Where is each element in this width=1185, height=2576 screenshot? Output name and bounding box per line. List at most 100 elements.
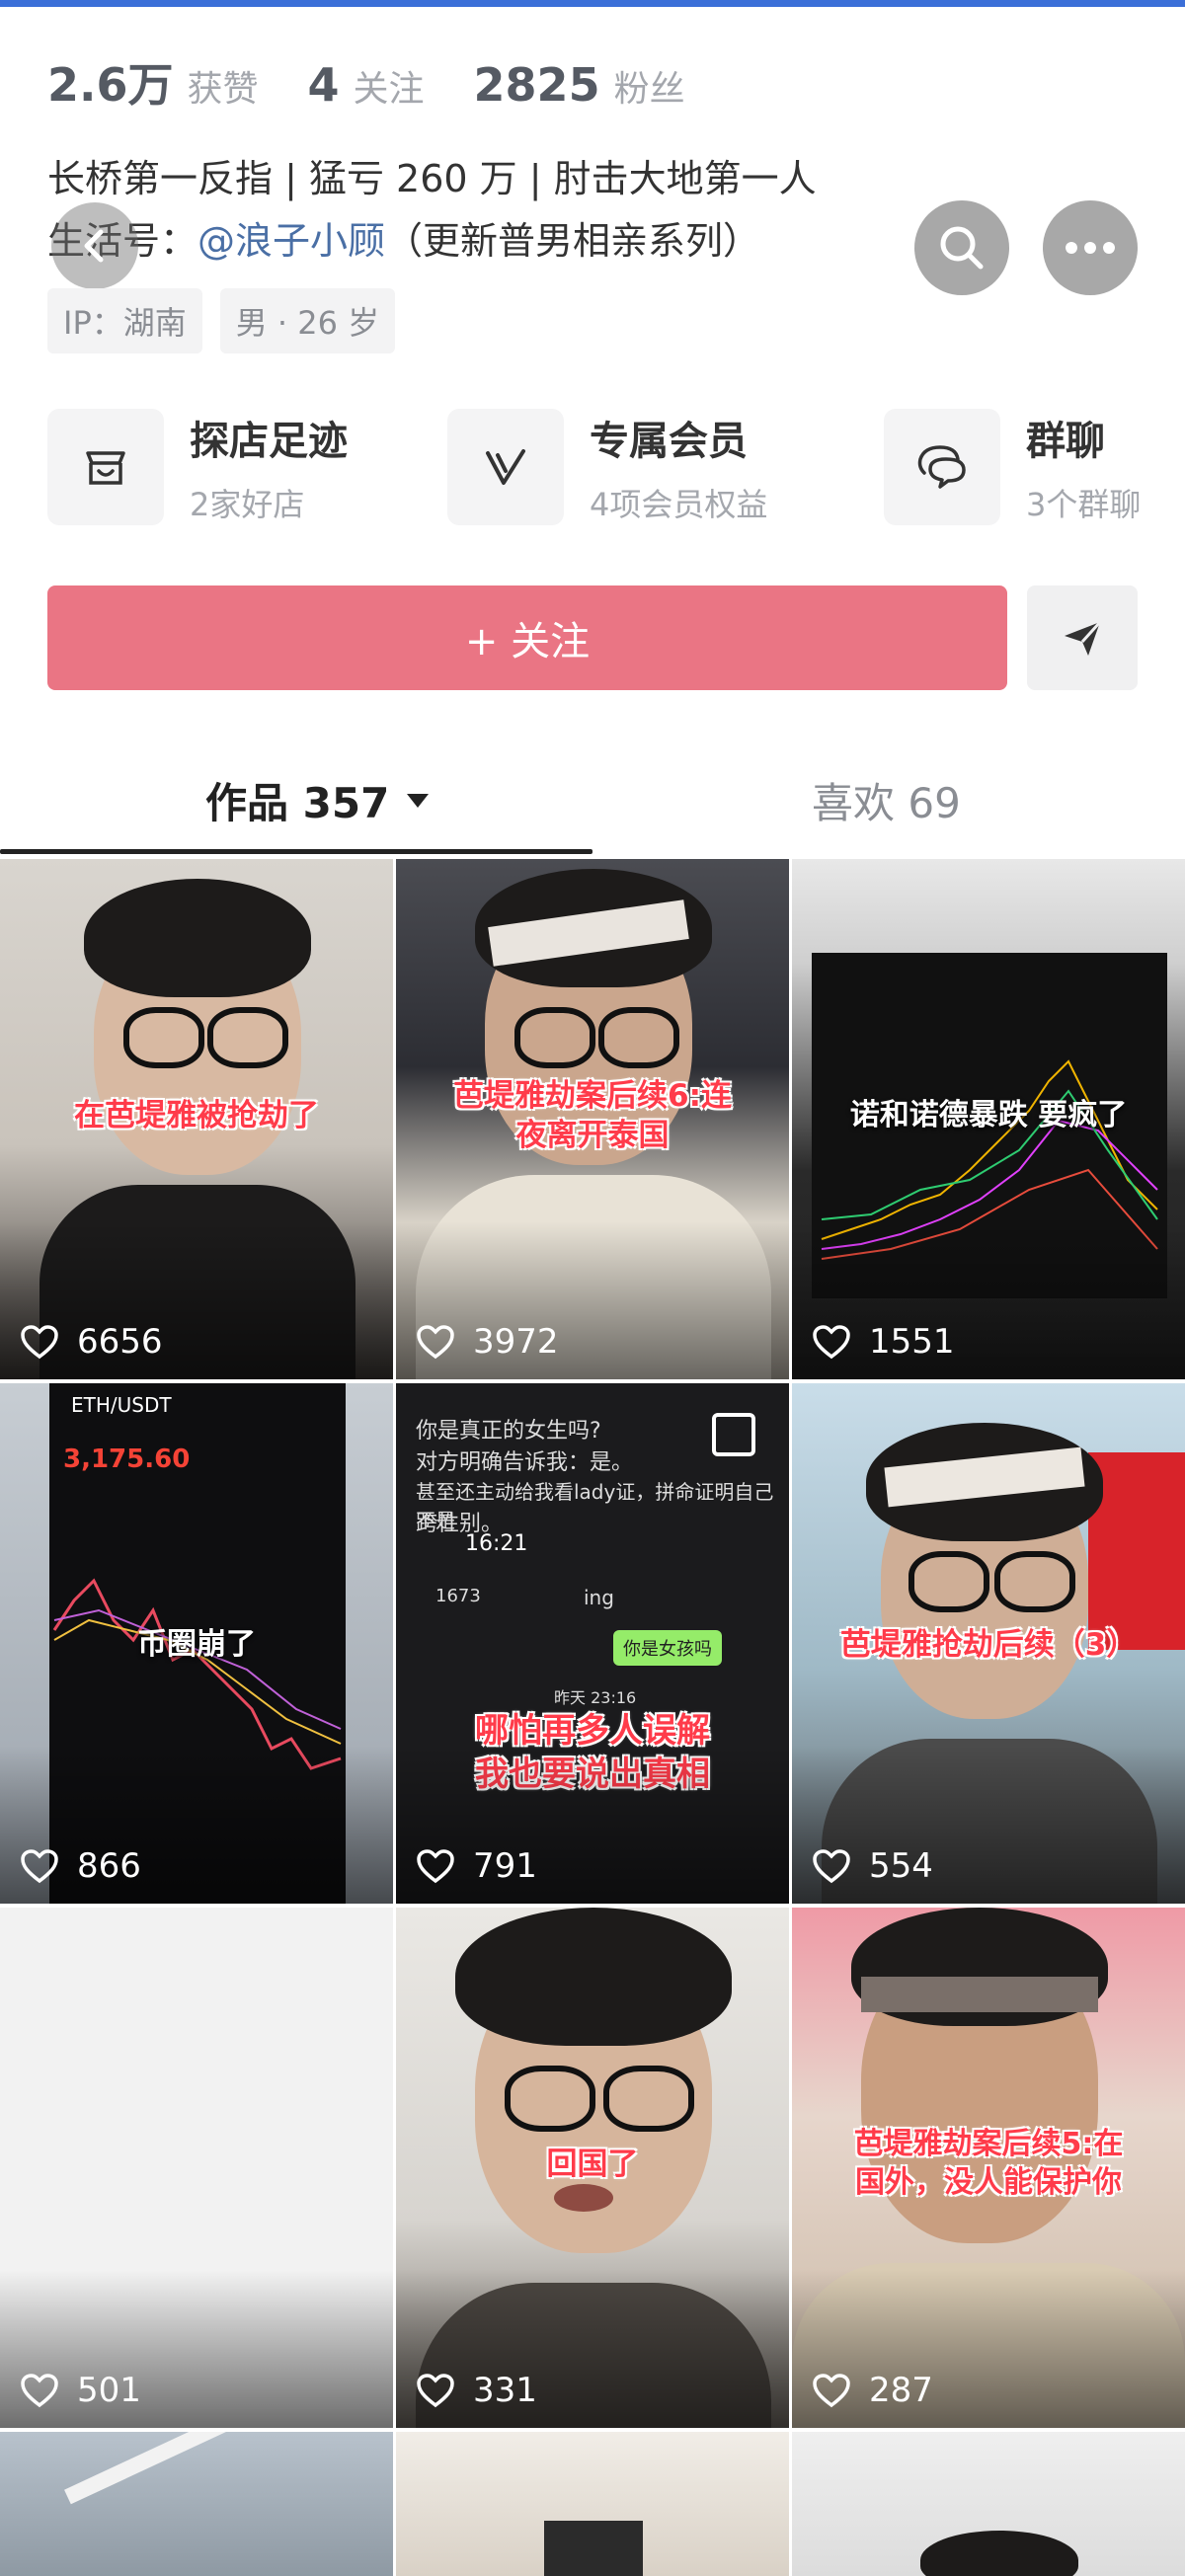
video-caption: 芭堤雅劫案后续6:连 夜离开泰国 xyxy=(453,1078,732,1154)
video-thumbnail[interactable]: 芭堤雅劫案后续6:连 夜离开泰国 3972 xyxy=(396,859,789,1379)
like-count: 1551 xyxy=(812,1322,955,1362)
like-count: 791 xyxy=(416,1846,537,1886)
video-caption: 芭堤雅劫案后续5:在 国外，没人能保护你 xyxy=(853,2127,1124,2200)
like-number: 501 xyxy=(77,2371,141,2410)
like-count: 331 xyxy=(416,2371,537,2410)
like-number: 287 xyxy=(869,2371,933,2410)
tab-works[interactable]: 作品 357 xyxy=(205,770,431,830)
active-tab-indicator xyxy=(0,849,592,854)
chat-bubble: 你是女孩吗 xyxy=(613,1630,722,1666)
more-button[interactable] xyxy=(1043,200,1138,295)
profile-stats: 2.6万 获赞 4 关注 2825 粉丝 xyxy=(47,49,735,118)
bio-line-2: 生活号：@浪子小顾（更新普男相亲系列） xyxy=(47,210,760,265)
video-thumbnail[interactable]: 芭堤雅抢劫后续（3） 554 xyxy=(792,1383,1185,1904)
video-caption: 在芭堤雅被抢劫了 xyxy=(74,1098,319,1133)
tag-gender-age: 男 · 26 岁 xyxy=(219,288,396,353)
stat-number: 2825 xyxy=(473,58,600,112)
stat-label: 粉丝 xyxy=(613,69,685,110)
like-number: 1551 xyxy=(869,1322,955,1362)
stat-label: 关注 xyxy=(353,69,425,110)
video-caption: 诺和诺德暴跌 要疯了 xyxy=(849,1098,1128,1132)
like-count: 554 xyxy=(812,1846,933,1886)
stat-followers[interactable]: 2825 粉丝 xyxy=(474,58,685,112)
like-number: 554 xyxy=(869,1846,933,1886)
send-plane-icon xyxy=(1065,620,1102,656)
chevron-left-icon xyxy=(84,229,104,263)
heart-icon xyxy=(813,2374,850,2408)
video-thumbnail[interactable]: 芭堤雅劫案后续5:在 国外，没人能保护你 287 xyxy=(792,1908,1185,2428)
caret-down-icon xyxy=(407,793,430,808)
chat-date: 昨天 23:16 xyxy=(554,1688,637,1707)
heart-icon xyxy=(417,2374,454,2408)
heart-icon xyxy=(21,2374,58,2408)
chat-quote-line: 你是真正的女生吗? xyxy=(416,1419,601,1444)
vip-icon xyxy=(447,409,564,525)
store-icon xyxy=(47,409,164,525)
follow-button[interactable]: + 关注 xyxy=(47,585,1007,690)
stat-number: 4 xyxy=(307,58,340,112)
heart-icon xyxy=(21,1849,58,1884)
heart-icon xyxy=(813,1849,850,1884)
video-thumbnail[interactable] xyxy=(792,2432,1185,2576)
like-number: 791 xyxy=(473,1846,537,1886)
search-button[interactable] xyxy=(914,200,1009,295)
like-count: 6656 xyxy=(20,1322,163,1362)
back-button[interactable] xyxy=(51,202,138,289)
heart-icon xyxy=(813,1325,850,1360)
heart-icon xyxy=(417,1849,454,1884)
shortcut-group-chat[interactable]: 群聊 3个群聊 xyxy=(884,407,1141,527)
tab-likes-label: 喜欢 69 xyxy=(812,779,961,827)
like-number: 866 xyxy=(77,1846,141,1886)
bio-suffix: （更新普男相亲系列） xyxy=(385,219,761,263)
like-count: 3972 xyxy=(416,1322,559,1362)
chat-bubble-icon xyxy=(884,409,1000,525)
video-thumbnail[interactable]: 在芭堤雅被抢劫了 6656 xyxy=(0,859,393,1379)
video-thumbnail[interactable] xyxy=(396,2432,789,2576)
video-thumbnail[interactable] xyxy=(0,2432,393,2576)
mention-link[interactable]: @浪子小顾 xyxy=(198,219,385,263)
shortcut-title: 专属会员 xyxy=(590,419,748,464)
like-count: 501 xyxy=(20,2371,141,2410)
like-count: 866 xyxy=(20,1846,141,1886)
tab-works-label: 作品 357 xyxy=(205,779,390,827)
phone-time: 16:21 xyxy=(465,1531,528,1556)
video-thumbnail[interactable]: 回国了 331 xyxy=(396,1908,789,2428)
like-count: 287 xyxy=(812,2371,933,2410)
share-button[interactable] xyxy=(1027,585,1138,690)
heart-icon xyxy=(21,1325,58,1360)
video-thumbnail[interactable]: 诺和诺德暴跌 要疯了 1551 xyxy=(792,859,1185,1379)
shortcut-subtitle: 2家好店 xyxy=(190,486,305,523)
video-caption: 芭堤雅抢劫后续（3） xyxy=(839,1627,1138,1663)
top-edge-bar xyxy=(0,0,1185,7)
bio-line-1: 长桥第一反指 | 猛亏 260 万 | 肘击大地第一人 xyxy=(47,157,817,200)
video-thumbnail[interactable]: 501 xyxy=(0,1908,393,2428)
shortcut-store-visits[interactable]: 探店足迹 2家好店 xyxy=(47,407,348,527)
content-tabs: 作品 357 喜欢 69 xyxy=(0,760,1185,859)
stat-label: 获赞 xyxy=(187,69,259,110)
like-number: 3972 xyxy=(473,1322,559,1362)
like-number: 6656 xyxy=(77,1322,163,1362)
more-dots-icon xyxy=(1066,242,1115,254)
stat-number: 2.6万 xyxy=(47,58,174,112)
stat-likes-received[interactable]: 2.6万 获赞 xyxy=(47,49,259,115)
shortcut-title: 探店足迹 xyxy=(190,419,348,464)
shortcut-subtitle: 3个群聊 xyxy=(1026,486,1142,523)
stat-following[interactable]: 4 关注 xyxy=(308,58,425,112)
shortcut-subtitle: 4项会员权益 xyxy=(590,486,768,523)
shortcut-title: 群聊 xyxy=(1026,419,1105,464)
tag-ip: IP：湖南 xyxy=(47,288,202,353)
shortcut-membership[interactable]: 专属会员 4项会员权益 xyxy=(447,407,767,527)
multi-photo-icon xyxy=(712,1413,755,1456)
tab-likes[interactable]: 喜欢 69 xyxy=(812,770,961,830)
search-icon xyxy=(940,226,984,270)
video-thumbnail[interactable]: 你是真正的女生吗? 对方明确告诉我：是。 甚至还主动给我看lady证，拼命证明自… xyxy=(396,1383,789,1904)
chat-unread-count: 1673 xyxy=(435,1586,481,1606)
profile-tags: IP：湖南 男 · 26 岁 xyxy=(47,288,413,353)
profile-shortcuts: 探店足迹 2家好店 专属会员 4项会员权益 群聊 3个群聊 xyxy=(47,407,1185,527)
chat-name: ing xyxy=(584,1586,614,1609)
video-thumbnail[interactable]: ETH/USDT 3,175.60 币圈崩了 866 xyxy=(0,1383,393,1904)
heart-icon xyxy=(417,1325,454,1360)
chat-quote-line: 对方明确告诉我：是。 xyxy=(416,1450,634,1475)
like-number: 331 xyxy=(473,2371,537,2410)
video-caption: 回国了 xyxy=(546,2147,639,2182)
